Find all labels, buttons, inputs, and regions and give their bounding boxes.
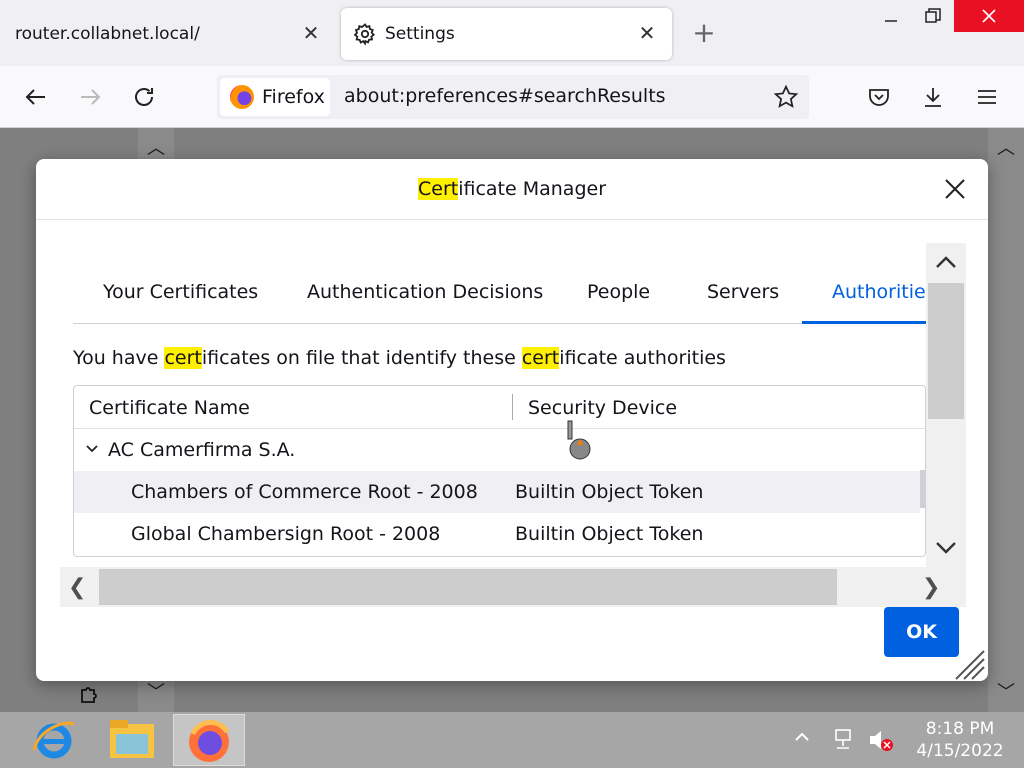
page-scrollbar-right[interactable]: ︿ ﹀ bbox=[988, 128, 1024, 712]
tree-header: Certificate Name Security Device bbox=[74, 386, 925, 429]
reload-icon bbox=[135, 88, 153, 106]
pocket-icon bbox=[869, 89, 889, 106]
busy-cursor-icon bbox=[567, 420, 591, 460]
close-tab-icon[interactable]: ✕ bbox=[636, 22, 658, 44]
internet-explorer-icon[interactable] bbox=[18, 714, 90, 766]
ok-button[interactable]: OK bbox=[884, 607, 959, 657]
menu-button[interactable] bbox=[970, 80, 1004, 114]
chevron-down-icon[interactable] bbox=[84, 441, 100, 457]
tab-router[interactable]: router.collabnet.local/ ✕ bbox=[0, 8, 336, 60]
tab-settings[interactable]: Settings ✕ bbox=[341, 8, 672, 60]
url-text[interactable]: about:preferences#searchResults bbox=[344, 85, 666, 107]
desc-text: You have bbox=[73, 347, 165, 369]
column-certificate-name[interactable]: Certificate Name bbox=[89, 397, 250, 419]
desc-text: ificates on file that identify these bbox=[201, 347, 522, 369]
title-search-highlight: Cert bbox=[417, 178, 459, 200]
gear-icon bbox=[353, 23, 376, 46]
horizontal-scrollbar-thumb[interactable] bbox=[99, 569, 837, 605]
cert-name: Chambers of Commerce Root - 2008 bbox=[131, 481, 478, 503]
cert-device: Builtin Object Token bbox=[515, 523, 704, 545]
tree-row[interactable]: Global Chambersign Root - 2008 Builtin O… bbox=[74, 513, 920, 555]
navigation-bar: Firefox about:preferences#searchResults bbox=[0, 66, 1024, 128]
tab-authorities[interactable]: Authorities bbox=[832, 281, 936, 303]
restore-icon bbox=[925, 8, 941, 23]
window-close-button[interactable] bbox=[954, 0, 1024, 32]
vertical-scrollbar-thumb[interactable] bbox=[928, 283, 964, 419]
chevron-down-icon[interactable] bbox=[935, 541, 957, 555]
firefox-taskbar-icon[interactable] bbox=[173, 714, 245, 766]
identity-box[interactable]: Firefox bbox=[220, 78, 330, 116]
tab-label: router.collabnet.local/ bbox=[15, 24, 200, 44]
certificate-tree[interactable]: Certificate Name Security Device AC Came… bbox=[73, 385, 926, 557]
desc-text: ificate authorities bbox=[559, 347, 726, 369]
column-security-device[interactable]: Security Device bbox=[528, 397, 677, 419]
tab-your-certificates[interactable]: Your Certificates bbox=[103, 281, 258, 303]
minimize-icon bbox=[885, 20, 897, 22]
close-tab-icon[interactable]: ✕ bbox=[300, 22, 322, 44]
tab-label: Settings bbox=[385, 24, 455, 44]
system-clock[interactable]: 8:18 PM 4/15/2022 bbox=[904, 718, 1016, 762]
firefox-logo-icon bbox=[230, 85, 254, 109]
chevron-up-icon[interactable]: ︿ bbox=[147, 134, 165, 160]
downloads-button[interactable] bbox=[916, 80, 950, 114]
extension-puzzle-icon[interactable] bbox=[78, 682, 102, 710]
cert-name: Global Chambersign Root - 2008 bbox=[131, 523, 441, 545]
new-tab-button[interactable]: + bbox=[690, 19, 718, 48]
close-icon bbox=[982, 9, 996, 23]
download-icon bbox=[925, 88, 941, 107]
minimize-button[interactable] bbox=[868, 0, 914, 32]
chevron-right-icon[interactable]: ❯ bbox=[922, 575, 940, 600]
bookmark-star-icon[interactable] bbox=[773, 84, 799, 110]
forward-button[interactable] bbox=[73, 80, 107, 114]
reload-button[interactable] bbox=[127, 80, 161, 114]
hamburger-menu-icon bbox=[978, 90, 996, 104]
url-bar[interactable]: Firefox about:preferences#searchResults bbox=[217, 75, 809, 119]
dialog-title: Certificate Manager bbox=[36, 159, 988, 220]
dialog-close-icon[interactable] bbox=[942, 176, 968, 202]
cert-group-name: AC Camerfirma S.A. bbox=[108, 439, 296, 461]
dialog-horizontal-scrollbar[interactable]: ❮ ❯ bbox=[60, 567, 966, 607]
column-separator[interactable] bbox=[512, 394, 513, 420]
file-explorer-icon[interactable] bbox=[96, 714, 168, 766]
identity-label: Firefox bbox=[262, 86, 325, 108]
forward-arrow-icon bbox=[81, 89, 101, 105]
back-arrow-icon bbox=[25, 89, 45, 105]
certificate-manager-dialog: Certificate Manager Your Certificates Au… bbox=[36, 159, 988, 681]
back-button[interactable] bbox=[19, 80, 53, 114]
authorities-description: You have certificates on file that ident… bbox=[73, 347, 726, 369]
tab-strip: router.collabnet.local/ ✕ Settings ✕ + bbox=[0, 0, 1024, 66]
restore-button[interactable] bbox=[910, 0, 956, 32]
clock-time: 8:18 PM bbox=[925, 719, 995, 739]
tree-row-group[interactable]: AC Camerfirma S.A. bbox=[74, 420, 920, 471]
tab-authentication-decisions[interactable]: Authentication Decisions bbox=[307, 281, 543, 303]
chevron-up-icon[interactable] bbox=[935, 255, 957, 269]
show-hidden-icons-chevron-icon[interactable] bbox=[794, 730, 810, 742]
desc-highlight: cert bbox=[521, 347, 560, 369]
cert-device: Builtin Object Token bbox=[515, 481, 704, 503]
pocket-button[interactable] bbox=[862, 80, 896, 114]
certificate-tabs: Your Certificates Authentication Decisio… bbox=[73, 267, 936, 324]
volume-muted-icon[interactable] bbox=[868, 728, 894, 752]
chevron-down-icon[interactable]: ﹀ bbox=[997, 678, 1015, 704]
windows-taskbar: 8:18 PM 4/15/2022 bbox=[0, 712, 1024, 768]
network-icon[interactable] bbox=[834, 728, 858, 752]
tree-row[interactable]: Chambers of Commerce Root - 2008 Builtin… bbox=[74, 471, 920, 513]
chevron-left-icon[interactable]: ❮ bbox=[68, 575, 86, 600]
resize-grip-icon[interactable] bbox=[952, 647, 986, 681]
chevron-up-icon[interactable]: ︿ bbox=[997, 134, 1015, 160]
tab-servers[interactable]: Servers bbox=[707, 281, 779, 303]
dialog-vertical-scrollbar[interactable] bbox=[926, 243, 966, 567]
clock-date: 4/15/2022 bbox=[916, 741, 1004, 761]
desc-highlight: cert bbox=[164, 347, 202, 369]
selected-tab-indicator bbox=[802, 321, 926, 324]
chevron-down-icon[interactable]: ﹀ bbox=[147, 678, 165, 704]
title-text: ificate Manager bbox=[458, 178, 607, 200]
tab-people[interactable]: People bbox=[587, 281, 650, 303]
